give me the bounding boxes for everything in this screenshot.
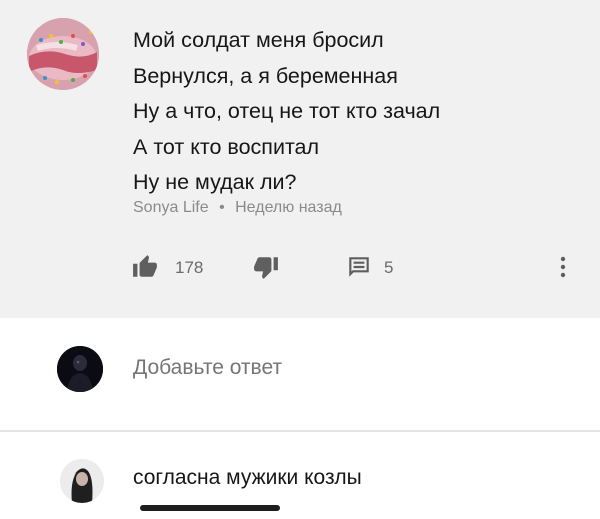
reply-button[interactable] — [346, 252, 372, 282]
comment-meta: Sonya Life • Неделю назад — [133, 199, 342, 217]
highlighted-comment: Мой солдат меня бросил Вернулся, а я бер… — [0, 0, 600, 318]
comment-line: Ну а что, отец не тот кто зачал — [133, 99, 441, 123]
more-vert-icon — [560, 256, 566, 278]
thumbs-up-icon — [133, 255, 157, 277]
comments-screen: Мой солдат меня бросил Вернулся, а я бер… — [0, 0, 600, 519]
comment-line: Мой солдат меня бросил — [133, 28, 384, 52]
current-user-avatar — [57, 346, 103, 392]
comment-body: Мой солдат меня бросил Вернулся, а я бер… — [133, 23, 573, 201]
comment-line: А тот кто воспитал — [133, 134, 320, 159]
comment-actions: 178 5 — [0, 252, 600, 286]
reply-item: согласна мужики козлы — [0, 432, 600, 519]
comment-line: Ну не мудак ли? — [133, 170, 297, 194]
comment-author[interactable]: Sonya Life — [133, 199, 209, 216]
donut-avatar-icon — [27, 18, 99, 90]
comment-author-avatar[interactable] — [27, 18, 99, 90]
comment-time: Неделю назад — [235, 199, 342, 216]
reply-icon — [349, 257, 369, 277]
add-reply-row — [0, 318, 600, 430]
thumbs-down-icon — [254, 257, 278, 279]
like-count: 178 — [175, 258, 204, 277]
meta-separator: • — [219, 199, 225, 216]
like-button[interactable] — [131, 252, 159, 282]
reply-author-avatar[interactable] — [60, 459, 104, 503]
add-reply-input[interactable] — [133, 356, 533, 380]
reply-text: согласна мужики козлы — [133, 466, 362, 489]
reply-author-avatar-icon — [60, 459, 104, 503]
comment-line: Вернулся, а я беременная — [133, 63, 398, 88]
more-options-button[interactable] — [553, 252, 573, 282]
reply-underline-bar — [140, 505, 280, 511]
user-avatar-icon — [57, 346, 103, 392]
dislike-button[interactable] — [252, 252, 280, 282]
reply-count: 5 — [384, 258, 394, 277]
